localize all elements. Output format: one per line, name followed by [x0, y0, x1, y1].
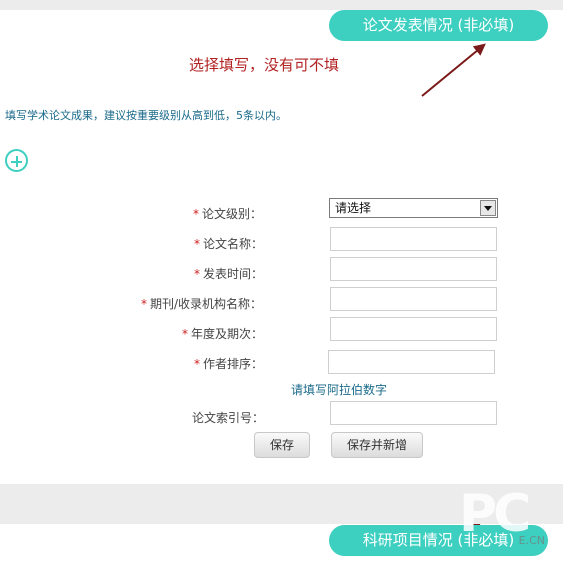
- top-band: [0, 0, 563, 10]
- journal-input[interactable]: [330, 287, 497, 311]
- arrow-to-publish-title: [421, 43, 486, 97]
- date-input[interactable]: [330, 257, 497, 281]
- watermark-logo: PC: [459, 484, 531, 544]
- issue-input[interactable]: [330, 317, 497, 341]
- watermark: PC E.CN: [455, 484, 563, 562]
- save-button[interactable]: 保存: [254, 432, 310, 458]
- paper-publication-page: 论文发表情况 (非必填) 选择填写，没有可不填 填写学术论文成果，建议按重要级别…: [0, 0, 563, 562]
- issue-label: * 年度及期次：: [182, 327, 264, 341]
- date-label: * 发表时间：: [194, 267, 264, 281]
- author-rank-label: * 作者排序：: [194, 357, 264, 371]
- required-mark: *: [193, 207, 199, 221]
- index-label: 论文索引号：: [192, 411, 265, 425]
- index-input[interactable]: [330, 401, 497, 425]
- level-select-value: 请选择: [335, 201, 372, 215]
- author-rank-input[interactable]: [328, 350, 495, 374]
- annotation-arrows: [421, 43, 486, 532]
- section-title-publish: 论文发表情况 (非必填): [329, 10, 548, 41]
- journal-label: * 期刊/收录机构名称：: [141, 297, 263, 311]
- hint-text: 填写学术论文成果，建议按重要级别从高到低，5条以内。: [5, 109, 287, 122]
- name-input[interactable]: [330, 227, 497, 251]
- level-label: * 论文级别：: [193, 207, 263, 221]
- level-select[interactable]: 请选择: [329, 198, 498, 218]
- save-and-add-button[interactable]: 保存并新增: [331, 432, 423, 458]
- required-mark: *: [194, 237, 200, 251]
- name-label: * 论文名称：: [194, 237, 264, 251]
- chevron-down-icon[interactable]: [480, 200, 496, 216]
- required-mark: *: [182, 327, 188, 341]
- watermark-text: E.CN: [518, 534, 545, 547]
- required-mark: *: [194, 357, 200, 371]
- annotation-text: 选择填写，没有可不填: [189, 56, 340, 74]
- required-mark: *: [141, 297, 147, 311]
- author-rank-note: 请填写阿拉伯数字: [291, 383, 388, 397]
- plus-circle-icon[interactable]: [5, 149, 28, 172]
- required-mark: *: [194, 267, 200, 281]
